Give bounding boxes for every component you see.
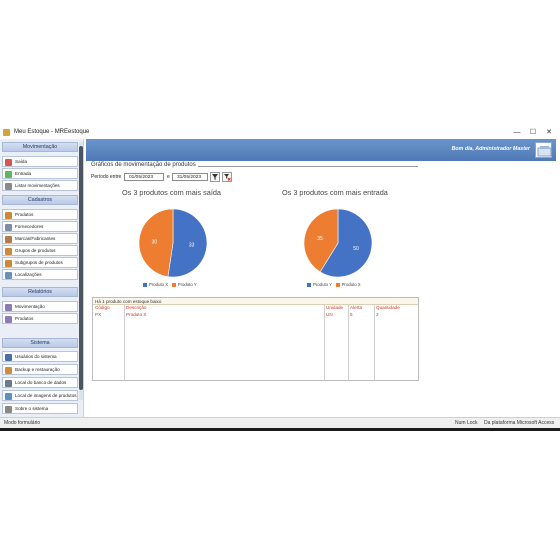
sidebar-item-banco-dados[interactable]: Local do banco de dados: [2, 377, 78, 388]
chart2-legend-swatch-1: [335, 282, 340, 287]
period-connector: e: [167, 174, 170, 180]
chart1-title: Os 3 produtos com mais saída: [122, 188, 221, 197]
greeting-text: Bom dia, Administrador Master: [451, 146, 530, 152]
table-cell-codigo[interactable]: PX: [95, 312, 101, 317]
sidebar-item-produtos[interactable]: Produtos: [2, 209, 78, 220]
table-cell-unidade[interactable]: UN: [326, 312, 333, 317]
main-content: Gráficos de movimentação de produtos Per…: [86, 161, 556, 417]
column-header-unidade: Unidade: [326, 305, 344, 310]
status-numlock: Num Lock: [455, 420, 478, 426]
section-relatorios: Relatórios: [2, 287, 78, 297]
about-icon: [5, 405, 12, 413]
chart2-slice-label-0: 50: [353, 246, 359, 252]
column-header-quantidade: Quantidade: [376, 305, 400, 310]
status-platform: Da plataforma Microsoft Access: [484, 420, 555, 426]
chart2-slice-label-1: 35: [317, 236, 323, 242]
chart1-slice-label-1: 30: [152, 240, 158, 246]
title-divider: [198, 166, 418, 167]
sidebar-item-entrada[interactable]: Entrada: [2, 168, 78, 179]
header-banner: Bom dia, Administrador Master: [86, 139, 556, 161]
chart1-legend-label-0: Produto X: [149, 282, 169, 287]
status-mode: Modo formulário: [4, 420, 41, 426]
table-cell-quantidade[interactable]: 2: [376, 312, 379, 317]
low-stock-table: Há 1 produto com estoque baixo Código De…: [92, 297, 419, 381]
sidebar-item-sobre[interactable]: Sobre o sistema: [2, 403, 78, 414]
chart1-slice-label-0: 33: [189, 242, 195, 248]
sidebar-item-listar-movimentacoes[interactable]: Listar movimentações: [2, 180, 78, 191]
app-logo-icon: [535, 142, 552, 158]
date-to-field[interactable]: 31/05/2023: [172, 173, 208, 181]
sidebar-item-imagens[interactable]: Local de imagens de produtos: [2, 390, 78, 401]
sidebar-item-relatorio-movimentacao[interactable]: Movimentação: [2, 301, 78, 312]
close-button[interactable]: ✕: [542, 126, 556, 139]
column-header-alerta: Alerta: [350, 305, 363, 310]
column-divider: [324, 305, 325, 381]
column-divider: [374, 305, 375, 381]
brands-icon: [5, 235, 12, 243]
section-title: Gráficos de movimentação de produtos: [91, 162, 196, 168]
sidebar-item-relatorio-produtos[interactable]: Produtos: [2, 313, 78, 324]
chart1-pie: 33 30: [138, 208, 208, 278]
entry-icon: [5, 170, 12, 178]
sidebar: Movimentação Saída Entrada Listar movime…: [0, 139, 84, 417]
column-header-codigo: Código: [95, 305, 110, 310]
sidebar-scrollbar[interactable]: [79, 142, 83, 400]
sidebar-item-grupos[interactable]: Grupos de produtos: [2, 245, 78, 256]
window-title: Meu Estoque - MREestoque: [14, 129, 90, 135]
images-icon: [5, 392, 12, 400]
chart2-legend-swatch-0: [307, 282, 311, 287]
column-divider: [348, 305, 349, 381]
date-from-field[interactable]: 01/05/2023: [124, 173, 164, 181]
chart1-legend-label-1: Produto Y: [177, 282, 197, 287]
chart2-pie: 50 35: [303, 208, 373, 278]
report-products-icon: [5, 315, 12, 323]
database-icon: [5, 379, 12, 387]
table-cell-descricao[interactable]: Produto X: [126, 312, 146, 317]
sidebar-item-subgrupos[interactable]: Subgrupos de produtos: [2, 257, 78, 268]
subgroups-icon: [5, 259, 12, 267]
sidebar-item-backup[interactable]: Backup e restauração: [2, 364, 78, 375]
chart2-legend: Produto Y Produto X: [307, 282, 361, 287]
chart1-legend-swatch-0: [143, 282, 147, 287]
suppliers-icon: [5, 223, 12, 231]
chart1-legend-swatch-1: [171, 282, 176, 287]
users-icon: [5, 353, 12, 361]
backup-icon: [5, 366, 12, 374]
scrollbar-thumb[interactable]: [79, 146, 83, 390]
title-bar: Meu Estoque - MREestoque — ☐ ✕: [0, 126, 560, 139]
groups-icon: [5, 247, 12, 255]
minimize-button[interactable]: —: [510, 126, 524, 139]
status-bar: Modo formulário Num Lock Da plataforma M…: [0, 417, 560, 428]
products-icon: [5, 211, 12, 219]
column-divider: [124, 305, 125, 381]
filter-icon[interactable]: [210, 172, 220, 182]
locations-icon: [5, 271, 12, 279]
sidebar-item-marcas[interactable]: Marcas/Fabricantes: [2, 233, 78, 244]
chart1-legend: Produto X Produto Y: [143, 282, 197, 287]
exit-icon: [5, 158, 12, 166]
column-header-descricao: Descrição: [126, 305, 147, 310]
period-label: Período entre: [91, 174, 122, 180]
app-window: Meu Estoque - MREestoque — ☐ ✕ Movimenta…: [0, 126, 560, 428]
bottom-edge: [0, 428, 560, 431]
clear-filter-icon[interactable]: [222, 172, 232, 182]
sidebar-item-fornecedores[interactable]: Fornecedores: [2, 221, 78, 232]
sidebar-item-saida[interactable]: Saída: [2, 156, 78, 167]
chart1-slice-0: [167, 208, 208, 278]
chart2-legend-label-0: Produto Y: [313, 282, 332, 287]
chart2-title: Os 3 produtos com mais entrada: [282, 188, 388, 197]
table-cell-alerta[interactable]: 5: [350, 312, 353, 317]
low-stock-header: Há 1 produto com estoque baixo: [93, 298, 418, 305]
section-cadastros: Cadastros: [2, 195, 78, 205]
maximize-button[interactable]: ☐: [526, 126, 540, 139]
section-movimentacao: Movimentação: [2, 142, 78, 152]
sidebar-item-localizacoes[interactable]: Localizações: [2, 269, 78, 280]
section-sistema: Sistema: [2, 338, 78, 348]
sidebar-item-usuarios[interactable]: Usuários do sistema: [2, 351, 78, 362]
report-movement-icon: [5, 303, 12, 311]
list-icon: [5, 182, 12, 190]
chart2-legend-label-1: Produto X: [341, 282, 361, 287]
app-cart-icon: [3, 129, 10, 136]
